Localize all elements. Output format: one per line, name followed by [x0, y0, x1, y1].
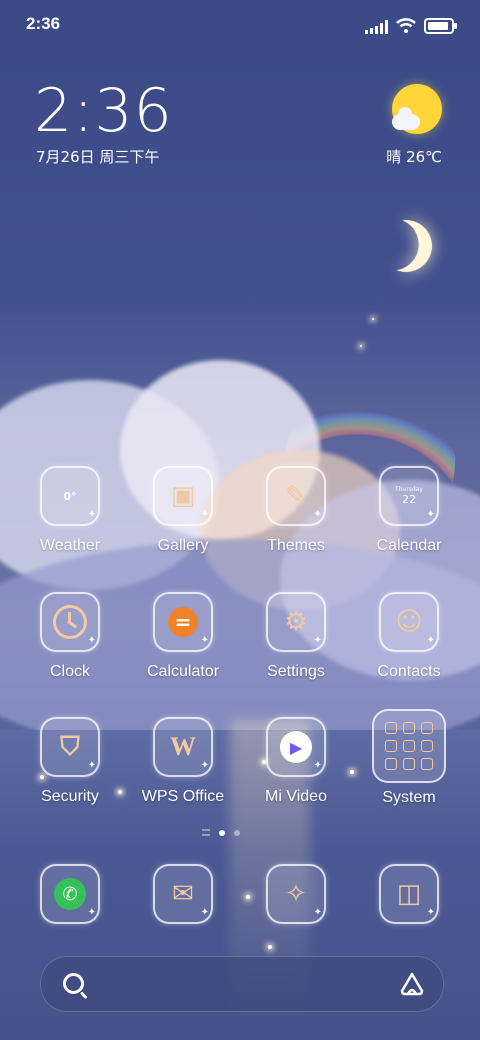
- app-label: Weather: [39, 537, 101, 554]
- camera-icon[interactable]: ◫: [379, 864, 439, 924]
- security-icon[interactable]: ⛉: [40, 717, 100, 777]
- dock-messages[interactable]: ✉: [127, 864, 239, 924]
- app-wps-office[interactable]: W WPS Office: [127, 717, 239, 806]
- app-label: Settings: [267, 663, 325, 680]
- app-label: Calendar: [376, 537, 442, 554]
- wifi-icon: [396, 18, 416, 33]
- app-calculator[interactable]: = Calculator: [127, 592, 239, 681]
- search-icon[interactable]: [63, 973, 84, 994]
- app-system-folder[interactable]: System: [353, 709, 465, 807]
- weather-widget-text[interactable]: 晴 26℃: [386, 146, 442, 167]
- system-folder-icon[interactable]: [372, 709, 446, 783]
- app-label: Security: [41, 788, 99, 805]
- status-icons: [365, 14, 457, 34]
- battery-icon: [424, 18, 457, 34]
- phone-icon[interactable]: ✆: [40, 864, 100, 924]
- app-label: Clock: [49, 663, 90, 680]
- weather-icon[interactable]: 0°: [40, 466, 100, 526]
- wps-office-icon[interactable]: W: [153, 717, 213, 777]
- signal-icon: [365, 20, 388, 34]
- app-label: Calculator: [146, 663, 220, 680]
- gallery-icon[interactable]: ▣: [153, 466, 213, 526]
- app-label: Themes: [267, 537, 325, 554]
- app-label: WPS Office: [141, 788, 225, 805]
- browser-icon[interactable]: ✧: [266, 864, 326, 924]
- app-settings[interactable]: ⚙ Settings: [240, 592, 352, 681]
- calculator-icon[interactable]: =: [153, 592, 213, 652]
- app-clock[interactable]: Clock: [14, 592, 126, 681]
- page-dot-active[interactable]: [219, 829, 225, 836]
- mi-video-icon[interactable]: ▶: [266, 717, 326, 777]
- dock-phone[interactable]: ✆: [14, 864, 126, 924]
- assistant-icon[interactable]: [399, 971, 425, 997]
- dock-camera[interactable]: ◫: [353, 864, 465, 924]
- status-time: 2:36: [26, 14, 61, 33]
- page-indicator[interactable]: [202, 829, 240, 836]
- messages-icon[interactable]: ✉: [153, 864, 213, 924]
- settings-icon[interactable]: ⚙: [266, 592, 326, 652]
- moon-decoration: [373, 213, 440, 280]
- app-themes[interactable]: ✎ Themes: [240, 466, 352, 555]
- app-security[interactable]: ⛉ Security: [14, 717, 126, 806]
- app-contacts[interactable]: ☺ Contacts: [353, 592, 465, 681]
- contacts-icon[interactable]: ☺: [379, 592, 439, 652]
- app-mi-video[interactable]: ▶ Mi Video: [240, 717, 352, 806]
- app-label: System: [382, 789, 436, 806]
- clock-icon[interactable]: [40, 592, 100, 652]
- calendar-icon[interactable]: Thursday 22: [379, 466, 439, 526]
- app-label: Mi Video: [265, 788, 327, 805]
- dock-browser[interactable]: ✧: [240, 864, 352, 924]
- app-calendar[interactable]: Thursday 22 Calendar: [353, 466, 465, 555]
- app-weather[interactable]: 0° Weather: [14, 466, 126, 555]
- app-label: Contacts: [377, 663, 441, 680]
- page-dot[interactable]: [234, 829, 240, 836]
- themes-icon[interactable]: ✎: [266, 466, 326, 526]
- status-bar: 2:36: [0, 0, 480, 50]
- app-gallery[interactable]: ▣ Gallery: [127, 466, 239, 555]
- page-dot-feed[interactable]: [202, 829, 210, 836]
- app-label: Gallery: [157, 537, 209, 554]
- clock-widget-date[interactable]: 7月26日 周三下午: [36, 146, 159, 167]
- search-bar[interactable]: [40, 956, 444, 1012]
- cloud-icon: [392, 107, 420, 130]
- clock-widget-time[interactable]: 2:36: [34, 76, 173, 146]
